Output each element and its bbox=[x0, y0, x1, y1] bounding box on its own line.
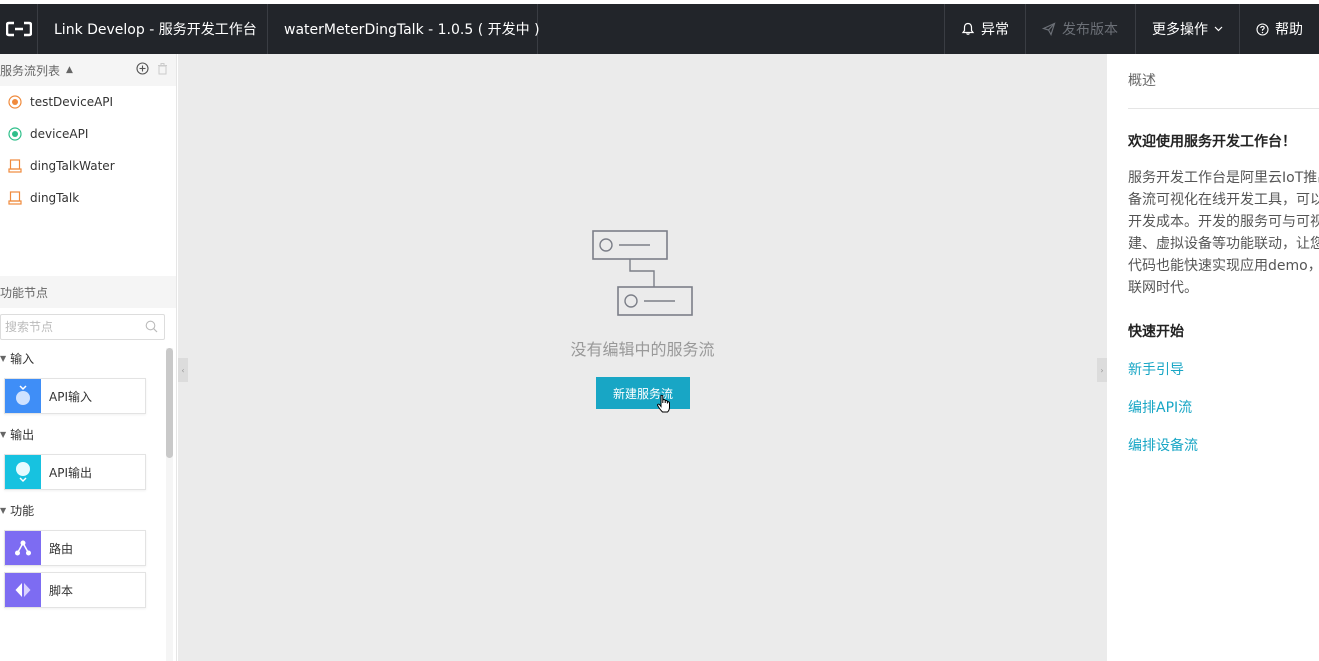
chevron-down-icon bbox=[1214, 26, 1223, 32]
api-input-icon bbox=[5, 379, 41, 413]
flow-list-title: 服务流列表 bbox=[0, 63, 61, 78]
node-label: API输入 bbox=[49, 389, 92, 404]
group-function[interactable]: ▼ 功能 bbox=[0, 496, 176, 524]
right-panel: 概述 欢迎使用服务开发工作台！ 服务开发工作台是阿里云IoT推出 备流可视化在线… bbox=[1108, 54, 1319, 661]
node-api-input[interactable]: API输入 bbox=[4, 378, 146, 414]
app-title[interactable]: Link Develop - 服务开发工作台 bbox=[38, 4, 268, 54]
node-label: 路由 bbox=[49, 541, 74, 556]
group-input[interactable]: ▼ 输入 bbox=[0, 344, 176, 372]
intro-line: 开发成本。开发的服务可与可视 bbox=[1128, 214, 1319, 230]
api-flow-link[interactable]: 编排API流 bbox=[1128, 397, 1319, 417]
intro-line: 服务开发工作台是阿里云IoT推出 bbox=[1128, 170, 1319, 186]
exception-button[interactable]: 异常 bbox=[944, 4, 1025, 54]
flow-label: testDeviceAPI bbox=[30, 95, 114, 109]
scrollbar-thumb[interactable] bbox=[166, 348, 173, 458]
question-circle-icon bbox=[1256, 22, 1269, 36]
app-window: Link Develop - 服务开发工作台 waterMeterDingTal… bbox=[0, 0, 1319, 661]
flow-item-dingtalkwater[interactable]: dingTalkWater bbox=[0, 150, 176, 182]
caret-down-icon: ▼ bbox=[0, 353, 7, 363]
group-label: 输出 bbox=[10, 427, 35, 442]
intro-line: 备流可视化在线开发工具，可以 bbox=[1128, 192, 1319, 208]
flow-list: testDeviceAPI deviceAPI dingTalkWater di… bbox=[0, 86, 176, 214]
quick-start-title: 快速开始 bbox=[1128, 324, 1184, 340]
script-icon bbox=[5, 573, 41, 607]
intro-line: 联网时代。 bbox=[1128, 280, 1198, 296]
flow-canvas[interactable]: ‹ › 没有编辑中的服务流 新建服务流 bbox=[178, 54, 1107, 661]
node-search-input[interactable] bbox=[1, 315, 164, 339]
new-flow-button[interactable]: 新建服务流 bbox=[596, 377, 690, 409]
empty-flow-illustration-icon bbox=[592, 230, 693, 316]
trash-icon[interactable] bbox=[157, 62, 168, 75]
api-output-icon bbox=[5, 455, 41, 489]
intro-text: 服务开发工作台是阿里云IoT推出 备流可视化在线开发工具，可以 开发成本。开发的… bbox=[1128, 167, 1319, 299]
flow-label: dingTalkWater bbox=[30, 159, 115, 173]
search-icon[interactable] bbox=[145, 320, 158, 333]
welcome-title: 欢迎使用服务开发工作台！ bbox=[1128, 134, 1296, 150]
more-actions-button[interactable]: 更多操作 bbox=[1135, 4, 1239, 54]
exception-label: 异常 bbox=[981, 22, 1009, 38]
overview-tab[interactable]: 概述 bbox=[1128, 70, 1319, 109]
empty-state: 没有编辑中的服务流 新建服务流 bbox=[178, 54, 1107, 661]
bell-icon bbox=[961, 22, 975, 35]
node-label: 脚本 bbox=[49, 583, 74, 598]
node-script[interactable]: 脚本 bbox=[4, 572, 146, 608]
api-flow-icon bbox=[8, 127, 22, 141]
left-sidebar: 服务流列表 ▲ testDeviceAPI deviceAPI dingTalk… bbox=[0, 54, 177, 661]
device-flow-icon bbox=[8, 159, 22, 173]
group-label: 输入 bbox=[10, 351, 35, 366]
node-search bbox=[0, 314, 165, 340]
flow-item-deviceapi[interactable]: deviceAPI bbox=[0, 118, 176, 150]
group-label: 功能 bbox=[10, 503, 35, 518]
node-api-output[interactable]: API输出 bbox=[4, 454, 146, 490]
api-flow-icon bbox=[8, 95, 22, 109]
hand-cursor-icon bbox=[657, 394, 670, 413]
node-router[interactable]: 路由 bbox=[4, 530, 146, 566]
more-actions-label: 更多操作 bbox=[1152, 22, 1208, 38]
publish-button[interactable]: 发布版本 bbox=[1025, 4, 1135, 54]
router-icon bbox=[5, 531, 41, 565]
flow-item-dingtalk[interactable]: dingTalk bbox=[0, 182, 176, 214]
flow-label: deviceAPI bbox=[30, 127, 89, 141]
flow-item-testdeviceapi[interactable]: testDeviceAPI bbox=[0, 86, 176, 118]
beginner-guide-link[interactable]: 新手引导 bbox=[1128, 359, 1319, 379]
group-output[interactable]: ▼ 输出 bbox=[0, 420, 176, 448]
aliyun-logo-icon[interactable] bbox=[0, 4, 38, 54]
help-button[interactable]: 帮助 bbox=[1239, 4, 1319, 54]
intro-line: 建、虚拟设备等功能联动，让您 bbox=[1128, 236, 1319, 252]
add-circle-icon[interactable] bbox=[136, 62, 149, 75]
device-flow-icon bbox=[8, 191, 22, 205]
top-bar: Link Develop - 服务开发工作台 waterMeterDingTal… bbox=[0, 4, 1319, 54]
publish-label: 发布版本 bbox=[1062, 22, 1118, 38]
sidebar-scrollbar[interactable] bbox=[166, 348, 173, 661]
intro-line: 代码也能快速实现应用demo，助 bbox=[1128, 258, 1319, 274]
flow-label: dingTalk bbox=[30, 191, 80, 205]
help-label: 帮助 bbox=[1275, 22, 1303, 38]
project-name[interactable]: waterMeterDingTalk - 1.0.5 ( 开发中 ) bbox=[268, 4, 540, 54]
device-flow-link[interactable]: 编排设备流 bbox=[1128, 435, 1319, 455]
caret-up-icon: ▲ bbox=[66, 65, 73, 75]
caret-down-icon: ▼ bbox=[0, 505, 7, 515]
send-icon bbox=[1042, 22, 1056, 36]
flow-list-header[interactable]: 服务流列表 ▲ bbox=[0, 54, 176, 86]
node-label: API输出 bbox=[49, 465, 92, 480]
caret-down-icon: ▼ bbox=[0, 429, 7, 439]
empty-state-text: 没有编辑中的服务流 bbox=[570, 340, 715, 359]
nodes-header: 功能节点 bbox=[0, 276, 176, 308]
